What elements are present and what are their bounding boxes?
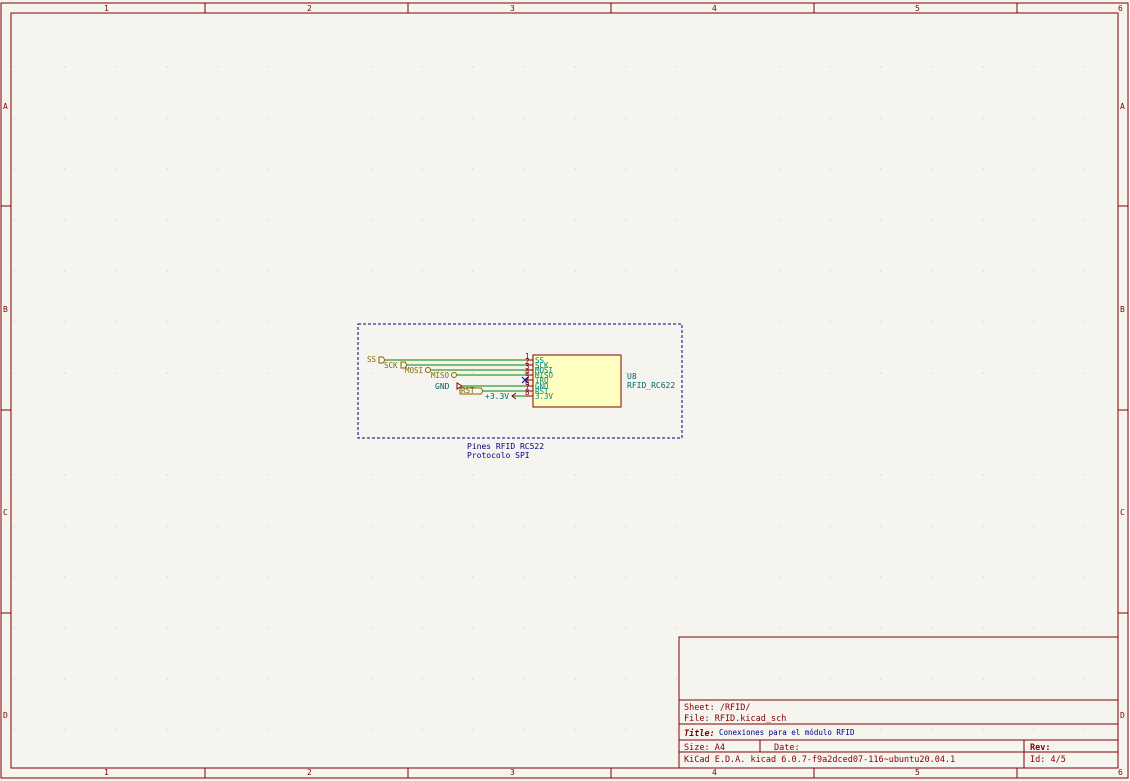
power-symbol-3v3[interactable]: +3.3V bbox=[485, 392, 517, 401]
row-label-left: C bbox=[3, 508, 8, 517]
row-label-right: B bbox=[1120, 305, 1125, 314]
group-note-line1: Pines RFID RC522 bbox=[467, 442, 544, 451]
net-label-rst[interactable]: RST bbox=[459, 386, 484, 395]
title-block[interactable]: Sheet: /RFID/ File: RFID.kicad_sch Title… bbox=[678, 636, 1119, 769]
title-value: Conexiones para el módulo RFID bbox=[719, 728, 855, 737]
col-label-top: 2 bbox=[307, 4, 312, 13]
col-label-bottom: 3 bbox=[510, 768, 515, 777]
tool-version: KiCad E.D.A. kicad 6.0.7-f9a2dced07-116~… bbox=[684, 755, 955, 765]
col-label-bottom: 2 bbox=[307, 768, 312, 777]
group-note-line2: Protocolo SPI bbox=[467, 451, 530, 460]
power-label: GND bbox=[435, 382, 450, 391]
net-label-text: MISO bbox=[431, 371, 450, 380]
col-label-bottom: 5 bbox=[915, 768, 920, 777]
component-value: RFID_RC622 bbox=[627, 381, 675, 390]
schematic-canvas[interactable]: 1 2 3 4 5 6 1 2 3 4 5 6 A B C D A B C D … bbox=[0, 0, 1130, 781]
title-label: Title: bbox=[684, 728, 715, 739]
net-label-text: MOSI bbox=[405, 366, 423, 375]
schematic-sheet[interactable]: 1 2 3 4 5 6 1 2 3 4 5 6 A B C D A B C D … bbox=[0, 0, 1130, 781]
power-label: +3.3V bbox=[485, 392, 509, 401]
net-label-miso[interactable]: MISO bbox=[431, 371, 457, 380]
component-reference: U8 bbox=[627, 372, 637, 381]
col-label-top: 6 bbox=[1118, 4, 1123, 13]
col-label-bottom: 1 bbox=[104, 768, 109, 777]
pin-name: 3.3V bbox=[535, 392, 554, 401]
col-label-bottom: 6 bbox=[1118, 768, 1123, 777]
col-label-top: 4 bbox=[712, 4, 717, 13]
row-label-right: C bbox=[1120, 508, 1125, 517]
net-label-sck[interactable]: SCK bbox=[384, 361, 408, 370]
rev-label: Rev: bbox=[1030, 743, 1050, 753]
row-label-right: A bbox=[1120, 102, 1125, 111]
net-label-mosi[interactable]: MOSI bbox=[405, 366, 431, 375]
date-label: Date: bbox=[774, 743, 800, 753]
sheet-id: Id: 4/5 bbox=[1030, 755, 1066, 765]
row-label-left: B bbox=[3, 305, 8, 314]
col-label-top: 1 bbox=[104, 4, 109, 13]
net-label-shape-icon bbox=[425, 367, 431, 373]
row-labels: A B C D A B C D bbox=[3, 102, 1125, 720]
col-label-top: 3 bbox=[510, 4, 515, 13]
net-label-ss[interactable]: SS bbox=[367, 355, 386, 364]
power-symbol-gnd[interactable]: GND bbox=[435, 382, 463, 391]
sheet-name: Sheet: /RFID/ bbox=[684, 703, 751, 713]
row-label-left: A bbox=[3, 102, 8, 111]
row-label-left: D bbox=[3, 711, 8, 720]
row-ticks bbox=[1, 205, 1128, 614]
sheet-size: Size: A4 bbox=[684, 743, 725, 753]
net-label-text: SCK bbox=[384, 361, 398, 370]
file-name: File: RFID.kicad_sch bbox=[684, 714, 786, 724]
col-label-bottom: 4 bbox=[712, 768, 717, 777]
net-label-shape-icon bbox=[451, 372, 457, 378]
row-label-right: D bbox=[1120, 711, 1125, 720]
net-label-text: SS bbox=[367, 355, 377, 364]
col-label-top: 5 bbox=[915, 4, 920, 13]
